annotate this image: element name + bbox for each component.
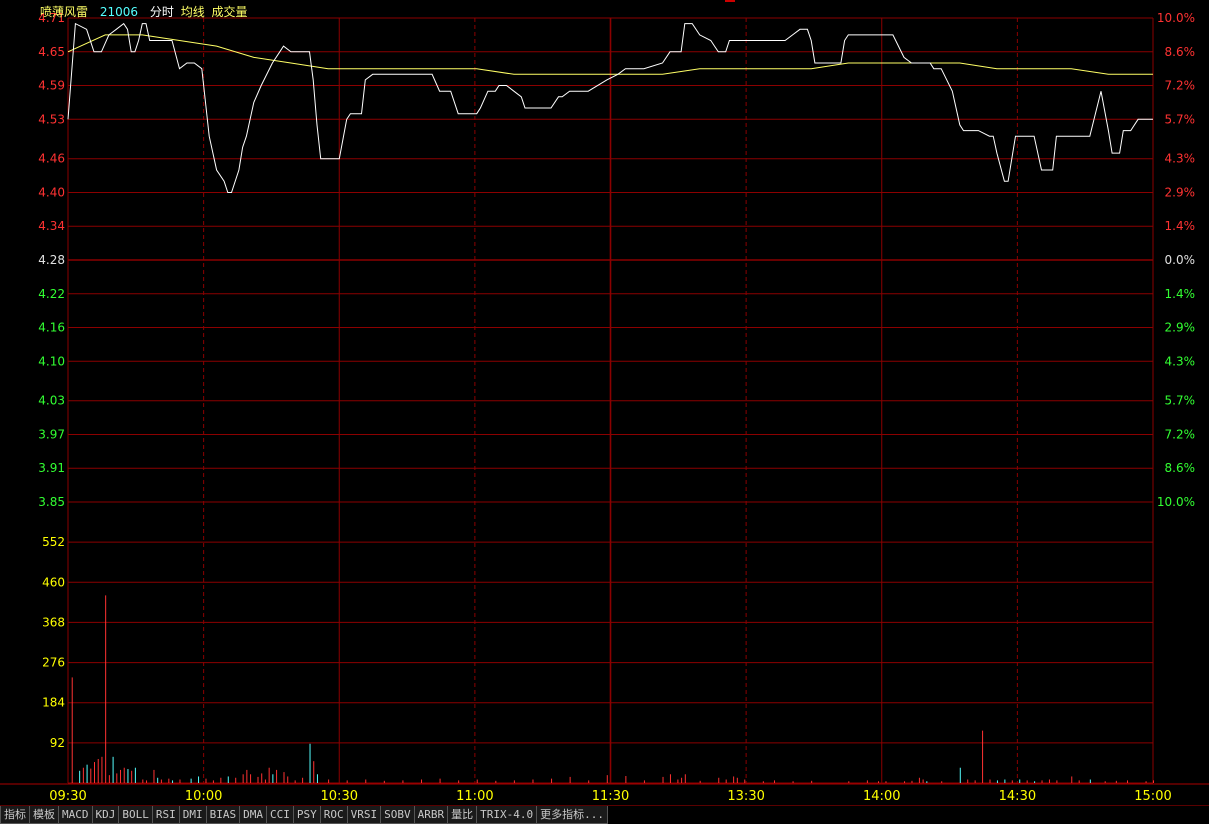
chart-header: 喷薄风雷 21006 分时 均线 成交量 bbox=[40, 3, 256, 20]
indicator-tab-9[interactable]: CCI bbox=[267, 806, 294, 824]
time-tick-label: 15:00 bbox=[1134, 789, 1171, 804]
pct-tick-label: 10.0% bbox=[1157, 11, 1195, 25]
price-tick-label: 4.53 bbox=[38, 112, 65, 126]
price-tick-label: 3.97 bbox=[38, 427, 65, 441]
price-tick-label: 4.28 bbox=[38, 253, 65, 267]
indicator-tab-5[interactable]: RSI bbox=[152, 806, 180, 824]
price-tick-label: 4.65 bbox=[38, 45, 65, 59]
volume-tick-label: 276 bbox=[42, 656, 65, 670]
label-volume: 成交量 bbox=[211, 5, 248, 19]
time-tick-label: 11:00 bbox=[456, 789, 493, 804]
pct-tick-label: 1.4% bbox=[1165, 219, 1196, 233]
price-tick-label: 4.46 bbox=[38, 152, 65, 166]
price-tick-label: 4.16 bbox=[38, 321, 65, 335]
price-tick-label: 4.59 bbox=[38, 79, 65, 93]
pct-tick-label: 2.9% bbox=[1165, 321, 1196, 335]
pct-tick-label: 7.2% bbox=[1165, 427, 1196, 441]
label-time: 分时 bbox=[149, 5, 174, 19]
indicator-tab-bar: 指标 模板 MACD KDJ BOLL RSI DMI BIAS DMA CCI PSY ROC VRS… bbox=[0, 805, 1209, 824]
indicator-tab-2[interactable]: MACD bbox=[59, 806, 93, 824]
indicator-tab-14[interactable]: ARBR bbox=[414, 806, 449, 824]
time-tick-label: 13:30 bbox=[727, 789, 764, 804]
pct-tick-label: 2.9% bbox=[1165, 185, 1196, 199]
time-tick-label: 10:30 bbox=[321, 789, 358, 804]
indicator-tab-7[interactable]: BIAS bbox=[206, 806, 241, 824]
time-tick-label: 14:30 bbox=[999, 789, 1036, 804]
volume-tick-label: 460 bbox=[42, 575, 65, 589]
time-tick-label: 09:30 bbox=[49, 789, 86, 804]
label-average: 均线 bbox=[180, 5, 205, 19]
pct-tick-label: 5.7% bbox=[1165, 112, 1196, 126]
pct-tick-label: 8.6% bbox=[1165, 461, 1196, 475]
price-tick-label: 4.10 bbox=[38, 354, 65, 368]
pct-tick-label: 4.3% bbox=[1165, 152, 1196, 166]
indicator-tab-4[interactable]: BOLL bbox=[119, 806, 153, 824]
chart-grid bbox=[0, 17, 1209, 785]
indicator-tab-10[interactable]: PSY bbox=[293, 806, 321, 824]
indicator-tab-17[interactable]: 更多指标... bbox=[537, 806, 608, 824]
pct-tick-label: 7.2% bbox=[1165, 79, 1196, 93]
pct-tick-label: 0.0% bbox=[1165, 253, 1196, 267]
pct-tick-label: 10.0% bbox=[1157, 495, 1195, 509]
indicator-tab-11[interactable]: ROC bbox=[320, 806, 348, 824]
volume-bars bbox=[71, 595, 1154, 783]
indicator-tab-0[interactable]: 指标 bbox=[0, 806, 30, 824]
volume-axis: 552 460 368 276 184 92 bbox=[42, 535, 65, 750]
time-tick-label: 10:00 bbox=[185, 789, 222, 804]
indicator-tab-16[interactable]: TRIX-4.0 bbox=[477, 806, 538, 824]
pct-tick-label: 1.4% bbox=[1165, 287, 1196, 301]
indicator-tab-12[interactable]: VRSI bbox=[347, 806, 382, 824]
indicator-tab-3[interactable]: KDJ bbox=[92, 806, 120, 824]
volume-tick-label: 184 bbox=[42, 696, 65, 710]
volume-tick-label: 552 bbox=[42, 535, 65, 549]
price-tick-label: 4.34 bbox=[38, 219, 65, 233]
pct-tick-label: 5.7% bbox=[1165, 394, 1196, 408]
indicator-tab-13[interactable]: SOBV bbox=[381, 806, 415, 824]
price-tick-label: 4.40 bbox=[38, 185, 65, 199]
pct-axis-right: 10.0% 8.6% 7.2% 5.7% 4.3% 2.9% 1.4% 0.0% 1.4% 2.9… bbox=[1157, 11, 1195, 509]
price-tick-label: 3.85 bbox=[38, 495, 65, 509]
indicator-tab-6[interactable]: DMI bbox=[179, 806, 207, 824]
time-axis: 09:30 10:00 10:30 11:00 11:30 13:30 14:00 14:30… bbox=[49, 789, 1171, 804]
pct-tick-label: 8.6% bbox=[1165, 45, 1196, 59]
intraday-chart[interactable]: 4.714.654.594.534.464.404.344.284.224.16… bbox=[0, 0, 1209, 805]
volume-tick-label: 92 bbox=[50, 736, 65, 750]
price-tick-label: 3.91 bbox=[38, 461, 65, 475]
price-tick-label: 4.22 bbox=[38, 287, 65, 301]
time-tick-label: 14:00 bbox=[863, 789, 900, 804]
pct-tick-label: 4.3% bbox=[1165, 354, 1196, 368]
time-tick-label: 11:30 bbox=[592, 789, 629, 804]
price-axis-left: 4.714.654.594.534.464.404.344.284.224.16… bbox=[38, 11, 65, 509]
stock-name: 喷薄风雷 bbox=[40, 5, 89, 19]
indicator-tab-15[interactable]: 量比 bbox=[448, 806, 478, 824]
indicator-tab-8[interactable]: DMA bbox=[240, 806, 267, 824]
window-top-marker bbox=[725, 0, 735, 2]
volume-tick-label: 368 bbox=[42, 615, 65, 629]
stock-code: 21006 bbox=[99, 5, 139, 19]
price-tick-label: 4.03 bbox=[38, 394, 65, 408]
indicator-tab-1[interactable]: 模板 bbox=[30, 806, 59, 824]
